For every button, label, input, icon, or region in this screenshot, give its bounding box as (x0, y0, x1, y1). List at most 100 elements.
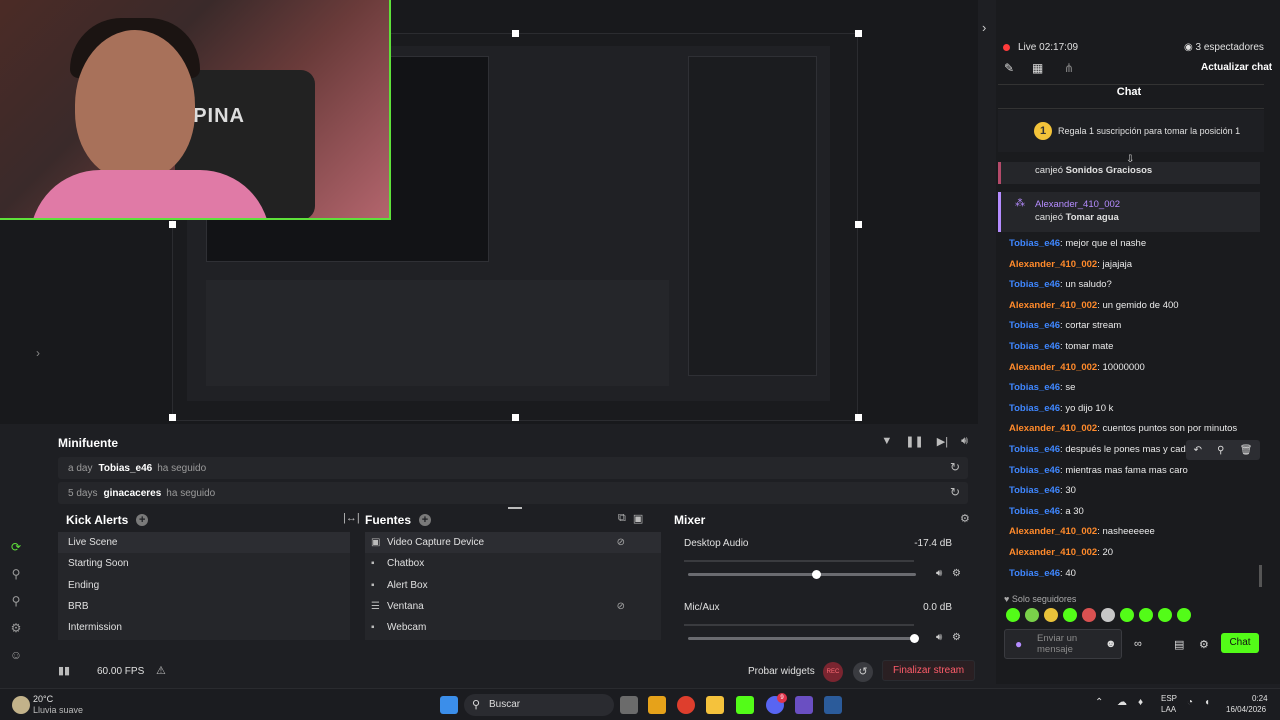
pin-icon[interactable]: ⚲ (1217, 445, 1224, 456)
mute-icon[interactable]: 🔊︎ (936, 632, 942, 643)
source-item[interactable]: ▣ Video Capture Device ⊘ (365, 532, 661, 554)
webcam-overlay[interactable]: LPINA (0, 0, 391, 220)
finalizar-stream-button[interactable]: Finalizar stream (882, 660, 976, 681)
mic-tray-icon[interactable]: ♦ (1138, 697, 1143, 708)
chat-username[interactable]: Alexander_410_002 (1009, 362, 1097, 373)
actualizar-chat-button[interactable]: Actualizar chat (1201, 62, 1272, 73)
emote-icon[interactable] (1101, 608, 1115, 622)
chat-username[interactable]: Tobias_e46 (1009, 320, 1060, 331)
emote-icon[interactable] (1044, 608, 1058, 622)
chat-username[interactable]: Tobias_e46 (1009, 382, 1060, 393)
scene-item[interactable]: Intermission (58, 617, 350, 638)
explorer-icon[interactable] (706, 696, 724, 714)
emote-icon[interactable] (1139, 608, 1153, 622)
eye-off-icon[interactable]: ⊘ (617, 596, 625, 617)
taskbar-search[interactable]: ⚲ Buscar (464, 694, 614, 716)
chat-username[interactable]: Tobias_e46 (1009, 506, 1060, 517)
collapse-chat-icon[interactable]: › (982, 20, 986, 35)
plugin-icon[interactable]: ⚲ (0, 567, 32, 594)
audio-app-icon[interactable] (824, 696, 842, 714)
slider-knob[interactable] (812, 570, 822, 579)
stats-icon[interactable]: ▮▮ (58, 664, 70, 677)
source-item[interactable]: ▪ Webcam (365, 617, 661, 638)
wifi-icon[interactable]: ◔ (1187, 697, 1193, 708)
emote-icon[interactable] (1177, 608, 1191, 622)
replay-icon[interactable]: ↻ (950, 485, 960, 499)
clock-time[interactable]: 0:24 (1252, 694, 1268, 703)
weather-icon[interactable] (12, 696, 30, 714)
store-icon[interactable]: ▤ (1174, 638, 1184, 651)
emote-icon[interactable] (1063, 608, 1077, 622)
volume-tray-icon[interactable]: ◖ (1204, 697, 1210, 708)
widget-icon[interactable]: ⚲ (0, 594, 32, 621)
resize-handle[interactable] (169, 414, 176, 421)
profile-icon[interactable]: ☺ (0, 648, 32, 675)
scene-item[interactable]: BRB (58, 596, 350, 617)
emote-icon[interactable] (1120, 608, 1134, 622)
gift-banner[interactable]: 1 Regala 1 suscripción para tomar la pos… (998, 110, 1264, 152)
chat-settings-icon[interactable]: ⚙ (1199, 638, 1209, 651)
expand-left-icon[interactable]: › (36, 346, 40, 360)
clapper-icon[interactable]: ▦ (1032, 61, 1043, 75)
chat-username[interactable]: Alexander_410_002 (1009, 300, 1097, 311)
network-icon[interactable]: ☁ (1117, 697, 1127, 708)
resize-handle[interactable] (855, 30, 862, 37)
scene-item[interactable]: Ending (58, 575, 350, 596)
resize-handle[interactable] (855, 221, 862, 228)
settings-icon[interactable]: ⚙ (0, 621, 32, 648)
source-item[interactable]: ▪ Alert Box (365, 575, 661, 596)
add-scene-icon[interactable]: + (136, 514, 149, 526)
app-icon[interactable] (795, 696, 813, 714)
eye-off-icon[interactable]: ⊘ (617, 532, 625, 553)
chat-username[interactable]: Tobias_e46 (1009, 465, 1060, 476)
volume-slider[interactable] (688, 634, 919, 643)
chrome-icon[interactable] (677, 696, 695, 714)
chat-scrollbar[interactable] (1259, 565, 1262, 587)
track-gear-icon[interactable]: ⚙ (952, 632, 961, 643)
resize-handle[interactable] (512, 30, 519, 37)
task-view-icon[interactable] (620, 696, 638, 714)
delete-icon[interactable]: 🗑︎ (1240, 445, 1253, 456)
rec-button[interactable]: REC (823, 662, 843, 682)
edit-icon[interactable]: ✎ (1004, 61, 1014, 75)
source-item[interactable]: ▪ Chatbox (365, 553, 661, 574)
track-gear-icon[interactable]: ⚙ (952, 568, 961, 579)
chat-username[interactable]: Tobias_e46 (1009, 238, 1060, 249)
chat-username[interactable]: Tobias_e46 (1009, 444, 1060, 455)
mic-icon[interactable]: ● (1015, 637, 1022, 651)
store-app-icon[interactable] (648, 696, 666, 714)
emote-icon[interactable] (1025, 608, 1039, 622)
probar-widgets-button[interactable]: Probar widgets (748, 666, 815, 677)
copy-icon[interactable]: ⧉ (618, 512, 626, 525)
mute-icon[interactable]: 🔊︎ (936, 568, 942, 579)
send-chat-button[interactable]: Chat (1221, 633, 1259, 653)
skip-icon[interactable]: ▶| (937, 435, 948, 448)
dock-splitter[interactable] (508, 507, 522, 509)
chat-username[interactable]: Alexander_410_002 (1009, 526, 1097, 537)
pause-icon[interactable]: ❚❚ (905, 435, 923, 448)
link-icon[interactable]: ∞ (1134, 638, 1142, 650)
redeem-user[interactable]: Alexander_410_002 (1035, 199, 1120, 210)
reply-icon[interactable]: ↶ (1194, 445, 1202, 456)
resize-handle[interactable] (512, 414, 519, 421)
resize-handle[interactable] (855, 414, 862, 421)
chat-username[interactable]: Alexander_410_002 (1009, 423, 1097, 434)
chat-username[interactable]: Tobias_e46 (1009, 341, 1060, 352)
image-icon[interactable]: ▣ (633, 512, 643, 525)
emote-icon[interactable] (1006, 608, 1020, 622)
streaming-app-icon[interactable] (736, 696, 754, 714)
scene-switch-icon[interactable]: ⟳ (0, 540, 32, 567)
add-source-icon[interactable]: + (419, 514, 432, 526)
volume-slider[interactable] (688, 570, 916, 579)
chat-username[interactable]: Alexander_410_002 (1009, 547, 1097, 558)
scene-item[interactable]: Live Scene (58, 532, 350, 554)
tray-chevron-icon[interactable]: ⌃ (1095, 697, 1103, 708)
chat-username[interactable]: Tobias_e46 (1009, 403, 1060, 414)
replay-icon[interactable]: ↻ (950, 460, 960, 474)
chat-username[interactable]: Alexander_410_002 (1009, 259, 1097, 270)
bell-icon[interactable]: ⚠ (156, 664, 166, 677)
mixer-settings-icon[interactable]: ⚙ (960, 512, 970, 525)
resize-handle[interactable] (169, 221, 176, 228)
filter-icon[interactable]: ▼ (881, 435, 892, 448)
emote-icon[interactable] (1158, 608, 1172, 622)
